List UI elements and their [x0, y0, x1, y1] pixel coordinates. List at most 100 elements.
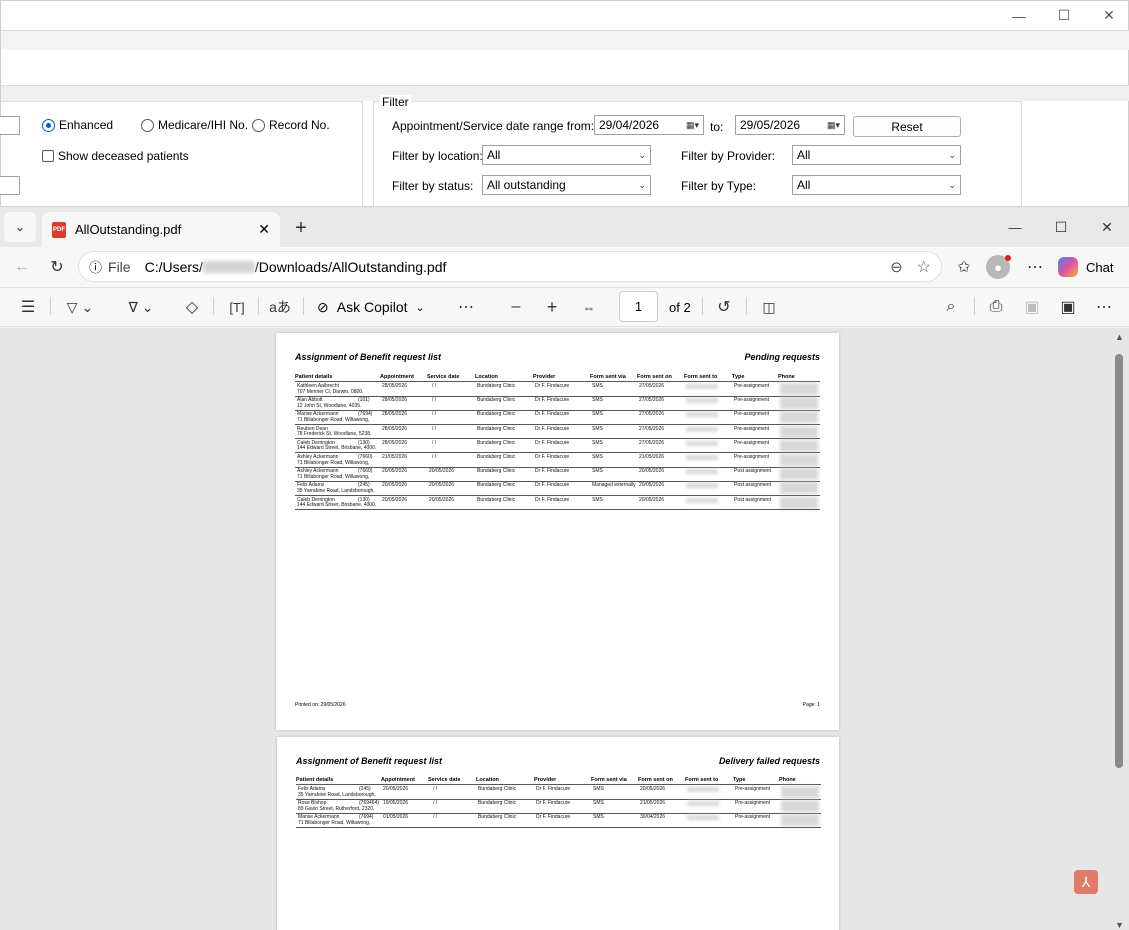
scroll-up-icon[interactable]: ▲ [1115, 332, 1124, 342]
cell-appointment: 28/05/2026 [382, 383, 408, 389]
blurred-form-sent-to [686, 412, 718, 418]
cell-patient-address: 35 Yarrabine Road, Landsborough, [298, 791, 376, 798]
date-to-picker[interactable]: 29/05/2026 ▦▾ [735, 115, 845, 135]
cell-patient-address: 144 Edward Street, Brisbane, 4000. [297, 502, 377, 509]
cell-type: Pre-assignment [734, 439, 770, 446]
pdf-viewer[interactable]: Assignment of Benefit request list Pendi… [0, 328, 1129, 930]
blurred-form-sent-to [686, 455, 718, 460]
highlight-icon[interactable]: ▽ ⌄ [58, 293, 102, 321]
provider-value: All [797, 148, 811, 162]
page-subtitle: Delivery failed requests [718, 756, 820, 766]
contents-list-icon[interactable]: ☰ [14, 293, 42, 321]
maximize-icon[interactable]: ☐ [1041, 213, 1081, 241]
cell-patient-address: 71 Billabonger Road, Willawong, [297, 416, 370, 423]
cell-service-date: / / [432, 454, 437, 460]
rotate-icon[interactable]: ↺ [711, 293, 737, 321]
tab-actions-chevron-icon[interactable]: ⌄ [4, 212, 36, 242]
calendar-icon[interactable]: ▦▾ [686, 120, 699, 131]
pdf-page-1: Assignment of Benefit request list Pendi… [276, 333, 839, 730]
cell-service-date: / / [433, 786, 438, 792]
refresh-icon[interactable]: ↻ [43, 253, 71, 281]
save-as-icon[interactable]: ▣ [1055, 293, 1081, 321]
type-select[interactable]: All ⌄ [792, 175, 961, 195]
cell-location: Bundaberg Clinic [477, 496, 516, 503]
cell-appointment: 28/05/2026 [382, 411, 408, 418]
save-icon[interactable]: ▣ [1019, 293, 1045, 321]
search-input-edge[interactable] [0, 116, 20, 135]
read-aloud-icon[interactable]: aあ [267, 293, 293, 321]
more-menu-icon[interactable]: ⋯ [1022, 253, 1048, 281]
search-icon[interactable]: ⌕ [938, 293, 964, 321]
acrobat-icon[interactable]: ⅄ [1074, 870, 1098, 894]
address-bar[interactable]: ⓘ File C:/Users/ /Downloads/AllOutstandi… [78, 251, 942, 282]
address-path-start: C:/Users/ [144, 258, 203, 275]
minimize-icon[interactable]: — [996, 1, 1042, 30]
blurred-phone [780, 468, 818, 481]
blurred-form-sent-to [687, 801, 719, 807]
cell-appointment: 28/05/2026 [382, 439, 408, 446]
provider-select[interactable]: All ⌄ [792, 145, 961, 165]
new-tab-plus-icon[interactable]: + [288, 215, 314, 241]
header-rule [295, 381, 820, 382]
page-view-icon[interactable]: ◫ [756, 293, 782, 321]
scrollbar-thumb[interactable] [1115, 354, 1123, 768]
tab-alloutstanding[interactable]: PDF AllOutstanding.pdf ✕ [42, 212, 280, 247]
radio-medicare[interactable]: Medicare/IHI No. [141, 118, 248, 132]
cell-patient-address: 71 Billabonger Road, Willawong, [297, 473, 370, 480]
maximize-icon[interactable]: ☐ [1041, 1, 1087, 30]
add-text-icon[interactable]: [T] [224, 293, 250, 321]
cell-location: Bundaberg Clinic [477, 425, 516, 432]
pdf-icon: PDF [52, 221, 66, 238]
search-input-edge-2[interactable] [0, 176, 20, 195]
location-select[interactable]: All ⌄ [482, 145, 651, 165]
favorites-icon[interactable]: ✩ [951, 253, 977, 281]
row-rule [295, 509, 820, 511]
zoom-in-plus-icon[interactable]: + [539, 293, 565, 321]
separator [974, 297, 975, 315]
back-arrow-icon[interactable]: ← [8, 253, 36, 281]
close-icon[interactable]: ✕ [1086, 1, 1129, 30]
cell-service-date: / / [432, 383, 437, 389]
radio-record[interactable]: Record No. [252, 118, 330, 132]
close-icon[interactable]: ✕ [1087, 213, 1127, 241]
reset-button[interactable]: Reset [853, 116, 961, 137]
filter-legend: Filter [380, 95, 411, 109]
page-number-input[interactable]: 1 [619, 291, 658, 322]
copilot-chat-button[interactable]: Chat [1058, 254, 1126, 280]
show-deceased-checkbox[interactable]: Show deceased patients [42, 149, 189, 163]
blurred-form-sent-to [687, 815, 719, 821]
cell-location: Bundaberg Clinic [477, 397, 516, 404]
cell-service-date: / / [432, 397, 437, 404]
settings-more-icon[interactable]: ⋯ [1091, 293, 1117, 321]
info-icon[interactable]: ⓘ [89, 257, 102, 276]
cell-patient-address: 144 Edward Street, Brisbane, 4000. [297, 445, 377, 452]
eraser-icon[interactable]: ◇ [180, 293, 204, 321]
ask-copilot-button[interactable]: ⊘ Ask Copilot ⌄ [317, 293, 443, 321]
cell-location: Bundaberg Clinic [477, 411, 516, 418]
fit-width-icon[interactable]: ⇔ [576, 293, 602, 321]
scrollbar[interactable]: ▲ ▼ [1115, 332, 1124, 930]
cell-location: Bundaberg Clinic [477, 439, 516, 446]
table-header: Location [475, 374, 498, 380]
table-header: Type [732, 374, 745, 380]
print-icon[interactable]: ⎙ [983, 293, 1009, 321]
date-from-picker[interactable]: 29/04/2026 ▦▾ [594, 115, 704, 135]
radio-enhanced[interactable]: Enhanced [42, 118, 113, 132]
status-select[interactable]: All outstanding ⌄ [482, 175, 651, 195]
zoom-out-icon[interactable]: ⊖ [890, 258, 903, 276]
cell-appointment: 21/05/2026 [382, 454, 408, 460]
table-header: Appointment [380, 374, 414, 380]
page-title: Assignment of Benefit request list [295, 352, 442, 362]
cell-provider: Dr F. Findacure [535, 397, 570, 404]
draw-icon[interactable]: ∇ ⌄ [118, 293, 164, 321]
tab-close-icon[interactable]: ✕ [258, 221, 270, 238]
table-header: Patient details [295, 374, 333, 380]
more-tools-icon[interactable]: ⋯ [453, 293, 479, 321]
cell-provider: Dr F. Findacure [535, 482, 570, 489]
favorite-star-icon[interactable]: ☆ [917, 257, 931, 277]
minimize-icon[interactable]: — [995, 213, 1035, 241]
zoom-out-minus-icon[interactable]: – [503, 293, 529, 321]
cell-service-date: / / [432, 411, 437, 418]
cell-appointment: 20/05/2026 [382, 468, 408, 475]
calendar-icon[interactable]: ▦▾ [827, 120, 840, 131]
